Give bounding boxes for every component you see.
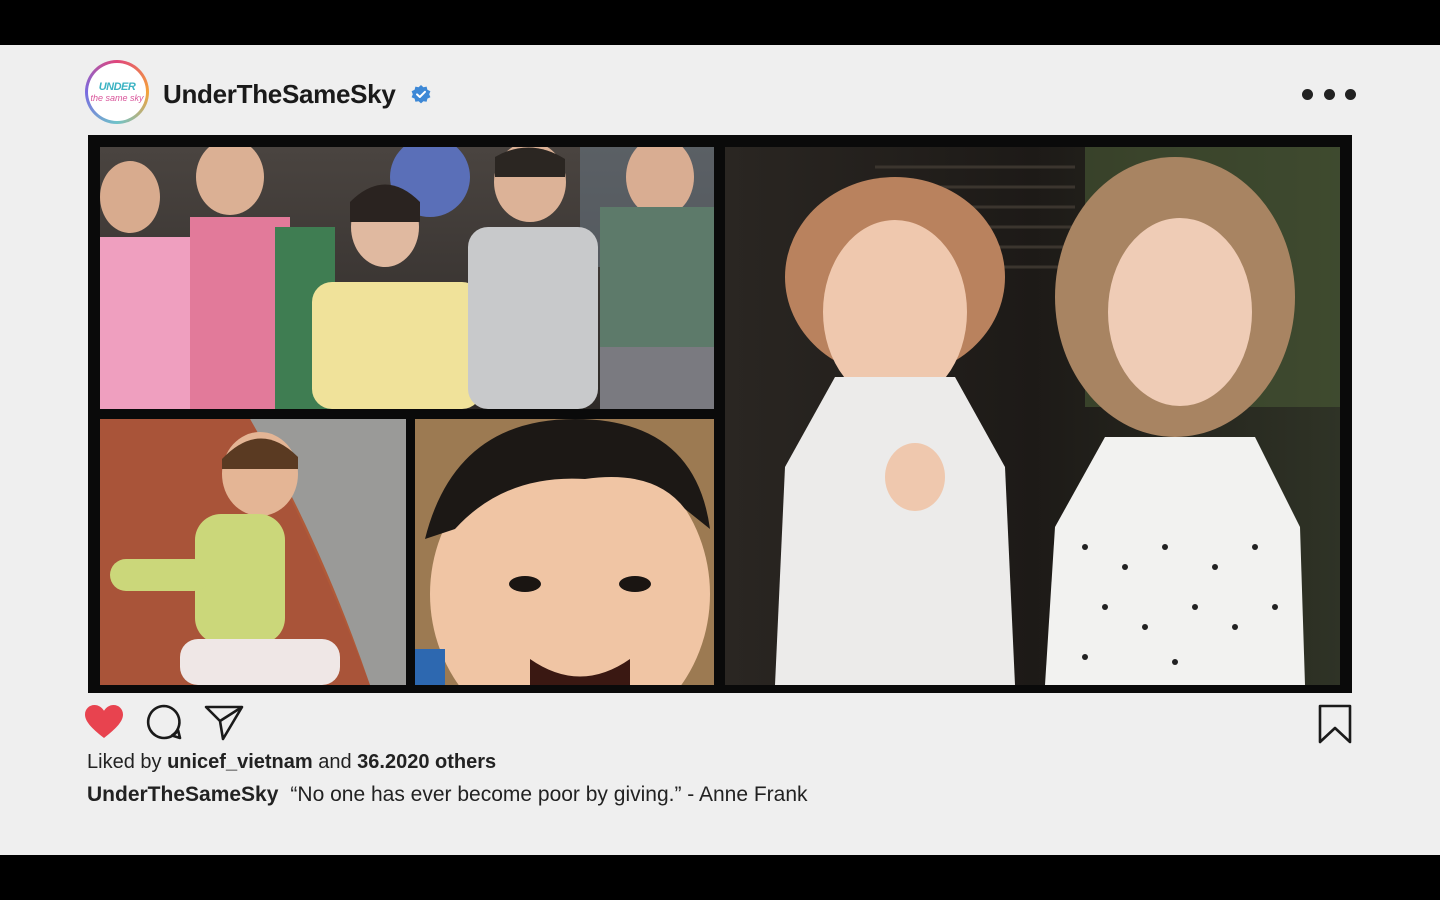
likes-user-link[interactable]: unicef_vietnam — [167, 751, 313, 773]
smiling-baby-photo — [415, 419, 714, 685]
post-caption: UnderTheSameSky “No one has ever become p… — [87, 783, 808, 807]
send-icon[interactable] — [204, 703, 244, 741]
avatar[interactable]: UNDER the same sky — [85, 60, 149, 124]
boy-on-hillside-photo — [100, 419, 406, 685]
comment-icon[interactable] — [145, 703, 183, 741]
verified-badge-icon — [411, 85, 431, 104]
children-clapping-photo — [100, 147, 714, 409]
avatar-logo-line2: the same sky — [90, 92, 144, 103]
likes-summary: Liked by unicef_vietnam and 36.2020 othe… — [87, 751, 496, 774]
more-dots-icon — [1302, 88, 1313, 100]
instagram-post: UNDER the same sky UnderTheSameSky Liked… — [0, 45, 1440, 855]
heart-icon[interactable] — [85, 705, 123, 739]
more-options-button[interactable] — [1302, 83, 1356, 105]
likes-middle: and — [318, 751, 352, 773]
likes-count[interactable]: 36.2020 others — [357, 751, 496, 773]
likes-prefix: Liked by — [87, 751, 162, 773]
avatar-logo-line1: UNDER — [98, 80, 136, 93]
two-hosts-photo — [725, 147, 1340, 685]
bookmark-icon[interactable] — [1317, 704, 1353, 744]
avatar-logo: UNDER the same sky — [88, 63, 146, 121]
photo-collage[interactable] — [88, 135, 1352, 693]
caption-username[interactable]: UnderTheSameSky — [87, 783, 278, 806]
post-username[interactable]: UnderTheSameSky — [163, 79, 396, 110]
caption-text: “No one has ever become poor by giving.”… — [290, 783, 808, 806]
